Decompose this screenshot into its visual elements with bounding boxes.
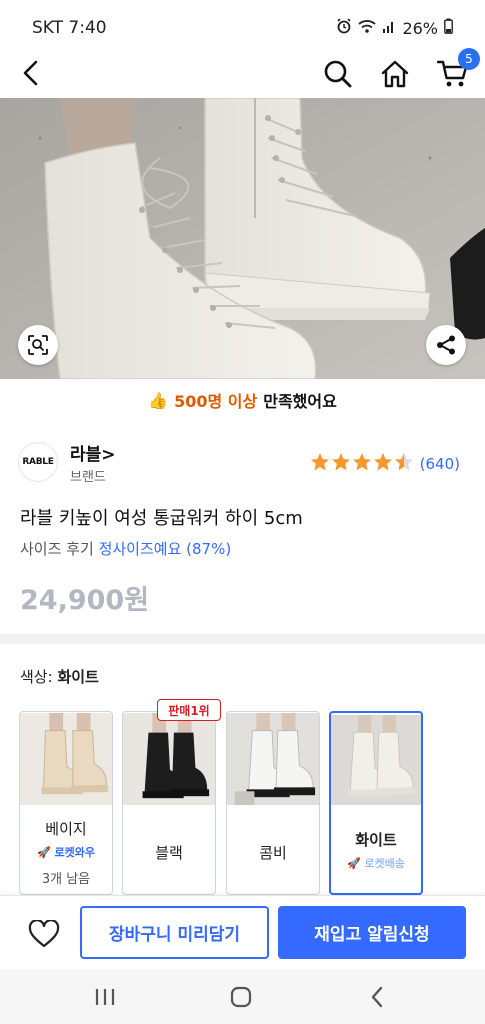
share-button[interactable] <box>426 325 466 365</box>
search-button[interactable] <box>320 56 356 92</box>
bottom-action-bar: 장바구니 미리담기 재입고 알림신청 <box>0 895 485 969</box>
combi-boot-thumbnail <box>227 713 319 805</box>
brand-type: 브랜드 <box>70 470 106 485</box>
star-mark <box>352 453 371 471</box>
home-icon <box>381 60 409 88</box>
product-price: 24,900원 <box>20 585 150 616</box>
delivery-label: 로켓배송 <box>364 857 405 870</box>
recent-apps-icon <box>95 989 115 1005</box>
chevron-right-icon: > <box>101 445 116 465</box>
alarm-icon <box>336 18 352 38</box>
option-label-title: 색상: <box>20 668 53 686</box>
option-name: 화이트 <box>355 831 397 849</box>
option-card-combi[interactable]: 콤비 <box>226 711 320 895</box>
battery-level: 26% <box>402 18 438 38</box>
size-review[interactable]: 사이즈 후기 정사이즈예요 (87%) <box>20 538 231 559</box>
recent-apps-button[interactable] <box>90 982 120 1012</box>
rocket-icon: 🚀 <box>347 857 361 870</box>
option-card-beige[interactable]: 베이지 🚀 로켓와우 3개 남음 <box>19 711 113 895</box>
option-card-black[interactable]: 블랙 <box>122 711 216 895</box>
brand-logo[interactable]: RABLE <box>18 442 58 482</box>
rocket-wow-icon: 🚀 <box>36 846 51 859</box>
back-icon <box>23 60 38 86</box>
home-button[interactable] <box>377 56 413 92</box>
rocket-delivery-badge: 🚀 로켓배송 <box>331 855 421 871</box>
product-title: 라블 키높이 여성 통굽워커 하이 5cm <box>20 508 303 529</box>
image-search-button[interactable] <box>18 325 58 365</box>
system-back-icon <box>371 986 383 1008</box>
heart-icon <box>28 920 60 948</box>
brand-row: RABLE 라블> 브랜드 (640) <box>18 438 468 486</box>
status-time: SKT 7:40 <box>32 18 107 38</box>
share-icon <box>437 335 455 355</box>
size-review-label: 사이즈 후기 <box>20 540 94 558</box>
review-count: (640) <box>419 455 460 473</box>
image-search-icon <box>28 335 48 355</box>
system-nav-bar <box>0 969 485 1024</box>
section-divider <box>0 634 485 644</box>
white-boot-thumbnail <box>331 715 421 805</box>
delivery-label: 로켓와우 <box>54 846 96 859</box>
signal-icon <box>382 18 396 38</box>
cart-button[interactable]: 5 <box>435 48 480 92</box>
option-name: 콤비 <box>259 844 287 862</box>
product-photo <box>0 98 485 379</box>
satisfaction-banner: 👍 500명 이상 만족했어요 <box>0 380 485 420</box>
search-icon <box>324 60 352 88</box>
beige-boot-thumbnail <box>20 713 112 805</box>
star-mark <box>394 453 413 471</box>
thumbs-up-icon: 👍 <box>148 390 169 410</box>
option-name: 블랙 <box>155 844 183 862</box>
star-mark <box>310 453 329 471</box>
brand-name: 라블 <box>70 445 102 465</box>
size-review-value: 정사이즈예요 (87%) <box>98 540 232 558</box>
rating[interactable]: (640) <box>310 452 460 476</box>
add-to-cart-button[interactable]: 장바구니 미리담기 <box>80 906 269 959</box>
wishlist-button[interactable] <box>24 916 64 952</box>
rocket-wow-badge: 🚀 로켓와우 <box>20 844 112 860</box>
best-seller-badge: 판매1위 <box>157 699 221 721</box>
option-name: 베이지 <box>45 820 87 838</box>
stock-remaining: 3개 남음 <box>41 872 91 887</box>
restock-alert-button[interactable]: 재입고 알림신청 <box>278 906 466 959</box>
brand-link[interactable]: 라블> <box>70 440 116 465</box>
home-system-button[interactable] <box>226 982 256 1012</box>
wifi-icon <box>358 18 377 38</box>
system-back-button[interactable] <box>362 982 392 1012</box>
home-circle-icon <box>230 986 252 1008</box>
star-rating-icon <box>310 452 414 476</box>
star-mark <box>331 453 350 471</box>
nav-bar: 5 <box>0 48 485 98</box>
black-boot-thumbnail <box>123 713 215 805</box>
star-mark <box>373 453 392 471</box>
product-image[interactable] <box>0 98 485 379</box>
satisfaction-count: 500명 이상 <box>174 392 258 411</box>
battery-icon <box>444 18 453 38</box>
back-button[interactable] <box>14 56 46 90</box>
option-selected-value: 화이트 <box>57 668 99 686</box>
option-label: 색상: 화이트 <box>20 666 99 687</box>
status-icons: 26% <box>336 18 453 38</box>
cart-count-badge: 5 <box>458 48 480 70</box>
option-card-white[interactable]: 화이트 🚀 로켓배송 <box>329 711 423 895</box>
satisfaction-text: 만족했어요 <box>263 392 337 411</box>
